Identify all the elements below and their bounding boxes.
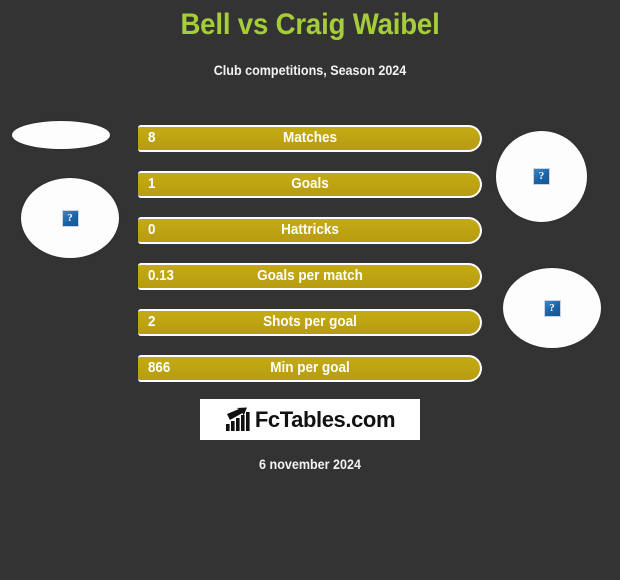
stat-row: 0 Hattricks: [138, 217, 482, 244]
page-subtitle: Club competitions, Season 2024: [213, 63, 407, 78]
stats-bar-list: 8 Matches 1 Goals 0 Hattricks 0.13 Goals…: [138, 125, 482, 401]
away-player-photo-top: ?: [496, 131, 587, 222]
bar-chart-growth-icon: [225, 407, 250, 431]
stat-label: Goals: [291, 176, 329, 192]
stat-row: 1 Goals: [138, 171, 482, 198]
stat-label: Matches: [283, 130, 337, 146]
stat-label: Min per goal: [270, 360, 350, 376]
fctables-logo[interactable]: FcTables.com: [200, 399, 420, 440]
stat-row: 866 Min per goal: [138, 355, 482, 382]
stat-label: Goals per match: [257, 268, 363, 284]
fctables-logo-text: FcTables.com: [254, 406, 396, 432]
stat-row: 2 Shots per goal: [138, 309, 482, 336]
broken-image-icon: ?: [61, 209, 79, 227]
page-title: Bell vs Craig Waibel: [180, 8, 440, 41]
home-player-photo-top: [12, 121, 110, 149]
home-player-photo: ?: [21, 178, 119, 258]
broken-image-icon: ?: [533, 168, 550, 185]
stat-label: Shots per goal: [263, 314, 357, 330]
generated-date: 6 november 2024: [259, 457, 361, 472]
stat-row: 8 Matches: [138, 125, 482, 152]
broken-image-icon: ?: [543, 299, 561, 317]
stat-label: Hattricks: [281, 222, 339, 238]
stat-row: 0.13 Goals per match: [138, 263, 482, 290]
infographic-canvas: Bell vs Craig Waibel Club competitions, …: [0, 0, 620, 580]
away-player-photo: ?: [503, 268, 601, 348]
